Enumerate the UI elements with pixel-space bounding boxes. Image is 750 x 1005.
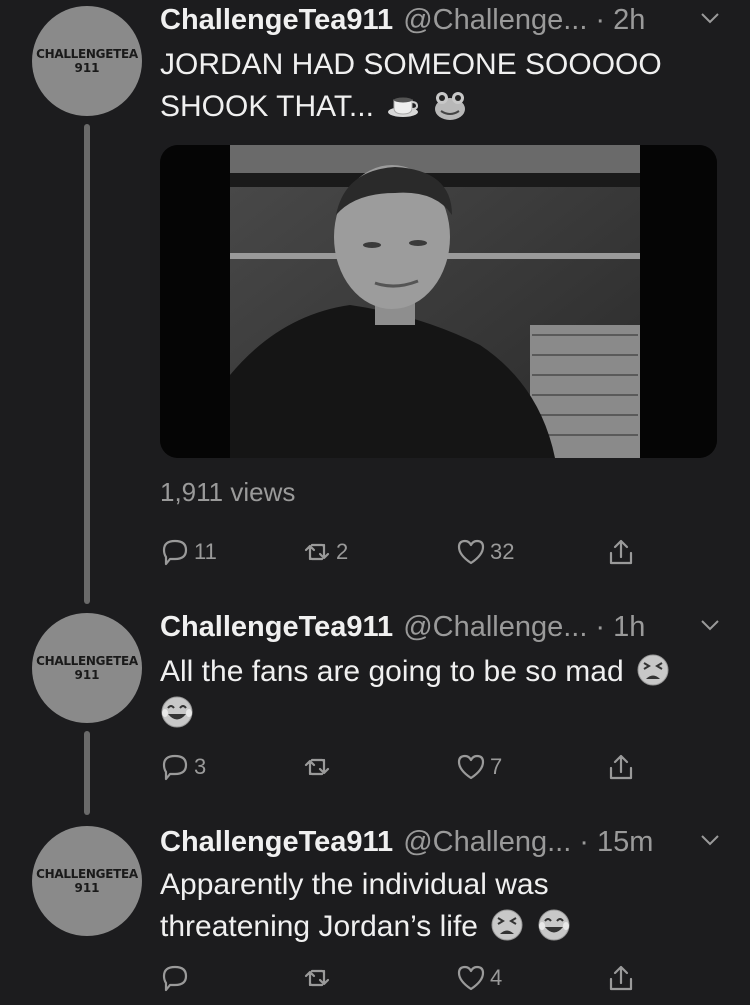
- share-button[interactable]: [606, 749, 636, 785]
- heart-icon: [457, 539, 485, 565]
- reply-button[interactable]: 3: [160, 749, 206, 785]
- tears-of-joy-emoji: [538, 909, 570, 941]
- tired-face-emoji: [637, 654, 669, 686]
- retweet-button[interactable]: [302, 960, 336, 996]
- like-count: 4: [490, 965, 503, 990]
- video-thumbnail[interactable]: [160, 145, 717, 458]
- video-frame-image: [160, 145, 717, 458]
- like-count: 32: [490, 539, 515, 564]
- reply-icon: [162, 965, 188, 992]
- chevron-down-icon[interactable]: [698, 613, 722, 637]
- view-count: 1,911 views: [160, 477, 296, 507]
- author-handle[interactable]: @Challeng...: [403, 826, 571, 859]
- timestamp[interactable]: · 1h: [595, 611, 645, 644]
- avatar[interactable]: CHALLENGETEA 911: [32, 613, 142, 723]
- tired-face-emoji: [491, 909, 523, 941]
- heart-icon: [457, 965, 485, 991]
- reply-icon: [162, 539, 188, 566]
- retweet-button[interactable]: 2: [302, 534, 348, 570]
- like-button[interactable]: 4: [456, 960, 502, 996]
- author-name[interactable]: ChallengeTea911: [160, 4, 393, 37]
- tweet-text: Apparently the individual was threatenin…: [160, 864, 700, 948]
- reply-button[interactable]: 11: [160, 534, 217, 570]
- avatar[interactable]: CHALLENGETEA 911: [32, 826, 142, 936]
- tweet[interactable]: CHALLENGETEA 911 ChallengeTea911 @Challe…: [0, 0, 750, 604]
- timestamp[interactable]: · 15m: [579, 826, 653, 859]
- author-handle[interactable]: @Challenge...: [403, 611, 587, 644]
- like-button[interactable]: 32: [456, 534, 514, 570]
- tears-of-joy-emoji: [161, 696, 193, 728]
- tweet-text: All the fans are going to be so mad: [160, 651, 720, 735]
- tweet-actions: 11 2 32: [160, 534, 640, 570]
- tweet-header: ChallengeTea911 @Challenge... · 1h: [160, 607, 722, 647]
- tweet-actions: 4: [160, 960, 640, 996]
- retweet-count: 2: [336, 539, 349, 564]
- author-name[interactable]: ChallengeTea911: [160, 826, 393, 859]
- share-icon: [609, 539, 633, 565]
- tweet-header: ChallengeTea911 @Challenge... · 2h: [160, 0, 722, 40]
- share-icon: [609, 965, 633, 991]
- thread-line: [84, 731, 90, 815]
- tweet-actions: 3 7: [160, 749, 640, 785]
- tweet[interactable]: CHALLENGETEA 911 ChallengeTea911 @Challe…: [0, 605, 750, 815]
- retweet-icon: [304, 969, 330, 987]
- retweet-button[interactable]: [302, 749, 336, 785]
- reply-count: 3: [194, 754, 207, 779]
- tweet[interactable]: CHALLENGETEA 911 ChallengeTea911 @Challe…: [0, 820, 750, 1005]
- author-name[interactable]: ChallengeTea911: [160, 611, 393, 644]
- share-button[interactable]: [606, 960, 636, 996]
- chevron-down-icon[interactable]: [698, 828, 722, 852]
- frog-emoji: [434, 92, 465, 120]
- tweet-text: JORDAN HAD SOMEONE SOOOOO SHOOK THAT...: [160, 48, 662, 123]
- tweet-header: ChallengeTea911 @Challeng... · 15m: [160, 822, 722, 862]
- retweet-icon: [304, 758, 330, 776]
- author-handle[interactable]: @Challenge...: [403, 4, 587, 37]
- like-button[interactable]: 7: [456, 749, 502, 785]
- avatar[interactable]: CHALLENGETEA 911: [32, 6, 142, 116]
- thread-line: [84, 124, 90, 604]
- share-button[interactable]: [606, 534, 636, 570]
- share-icon: [609, 754, 633, 780]
- reply-button[interactable]: [160, 960, 194, 996]
- retweet-icon: [304, 543, 330, 561]
- timestamp[interactable]: · 2h: [595, 4, 645, 37]
- reply-icon: [162, 754, 188, 781]
- coffee-emoji: [388, 97, 419, 117]
- heart-icon: [457, 754, 485, 780]
- reply-count: 11: [194, 539, 217, 564]
- like-count: 7: [490, 754, 503, 779]
- chevron-down-icon[interactable]: [698, 6, 722, 30]
